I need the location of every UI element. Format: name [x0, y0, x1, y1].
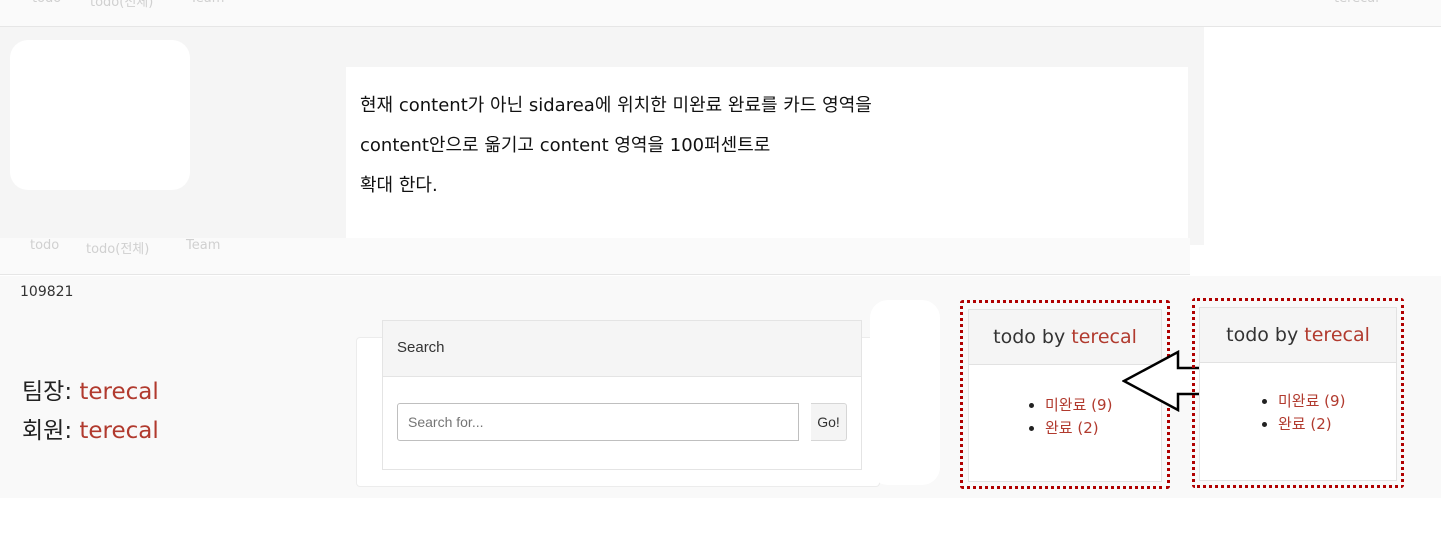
- todo-status-list: 미완료 (9) 완료 (2): [1027, 394, 1112, 440]
- todo-card-title: todo by terecal: [969, 326, 1161, 348]
- card-title-prefix: todo by: [993, 326, 1072, 348]
- nav-item-todo[interactable]: todo: [32, 0, 61, 6]
- nav2-item-team[interactable]: Team: [186, 238, 220, 253]
- note-line-3: 확대 한다.: [360, 175, 438, 196]
- nav-item-todo-all[interactable]: todo(전체): [90, 0, 153, 10]
- complete-link[interactable]: 완료 (2): [1045, 419, 1099, 437]
- nav-user[interactable]: terecal: [1334, 0, 1379, 6]
- search-card-header: Search: [383, 321, 861, 377]
- card-title-prefix: todo by: [1226, 324, 1305, 346]
- card-title-user-link[interactable]: terecal: [1071, 326, 1137, 348]
- redacted-area: [870, 300, 940, 485]
- team-member-label: 회원:: [22, 418, 80, 444]
- annotation-note: 현재 content가 아닌 sidarea에 위치한 미완료 완료를 카드 영…: [346, 67, 1188, 243]
- todo-card-title: todo by terecal: [1200, 324, 1396, 346]
- top-nav-faded: todo todo(전체) Team terecal: [0, 0, 1441, 27]
- team-leader: 팀장: terecal: [22, 372, 159, 406]
- search-go-button[interactable]: Go!: [811, 403, 847, 441]
- redacted-logo-area: [10, 40, 190, 190]
- team-leader-link[interactable]: terecal: [79, 379, 158, 405]
- second-nav-faded: todo todo(전체) Team: [0, 238, 1190, 275]
- visit-counter: 109821: [20, 284, 74, 300]
- card-title-user-link[interactable]: terecal: [1304, 324, 1370, 346]
- team-leader-label: 팀장:: [22, 379, 80, 405]
- list-item: 미완료 (9): [1278, 390, 1345, 413]
- list-item: 완료 (2): [1278, 413, 1345, 436]
- highlight-box-source: todo by terecal 미완료 (9) 완료 (2): [1192, 298, 1404, 488]
- nav-item-team[interactable]: Team: [190, 0, 224, 6]
- todo-card-source: todo by terecal 미완료 (9) 완료 (2): [1199, 307, 1397, 481]
- note-line-2: content안으로 옮기고 content 영역을 100퍼센트로: [360, 135, 771, 156]
- nav2-item-todo[interactable]: todo: [30, 238, 59, 253]
- list-item: 완료 (2): [1045, 417, 1112, 440]
- todo-status-list: 미완료 (9) 완료 (2): [1260, 390, 1345, 436]
- todo-card-header: todo by terecal: [1200, 308, 1396, 363]
- incomplete-link[interactable]: 미완료 (9): [1278, 392, 1345, 410]
- team-member-link[interactable]: terecal: [79, 418, 158, 444]
- search-title: Search: [397, 339, 445, 356]
- side-background: [1204, 27, 1422, 223]
- search-input[interactable]: [397, 403, 799, 441]
- nav2-item-todo-all[interactable]: todo(전체): [86, 238, 149, 257]
- complete-link[interactable]: 완료 (2): [1278, 415, 1332, 433]
- incomplete-link[interactable]: 미완료 (9): [1045, 396, 1112, 414]
- list-item: 미완료 (9): [1045, 394, 1112, 417]
- note-line-1: 현재 content가 아닌 sidarea에 위치한 미완료 완료를 카드 영…: [360, 95, 872, 116]
- search-card: Search Go!: [382, 320, 862, 470]
- team-member: 회원: terecal: [22, 411, 159, 445]
